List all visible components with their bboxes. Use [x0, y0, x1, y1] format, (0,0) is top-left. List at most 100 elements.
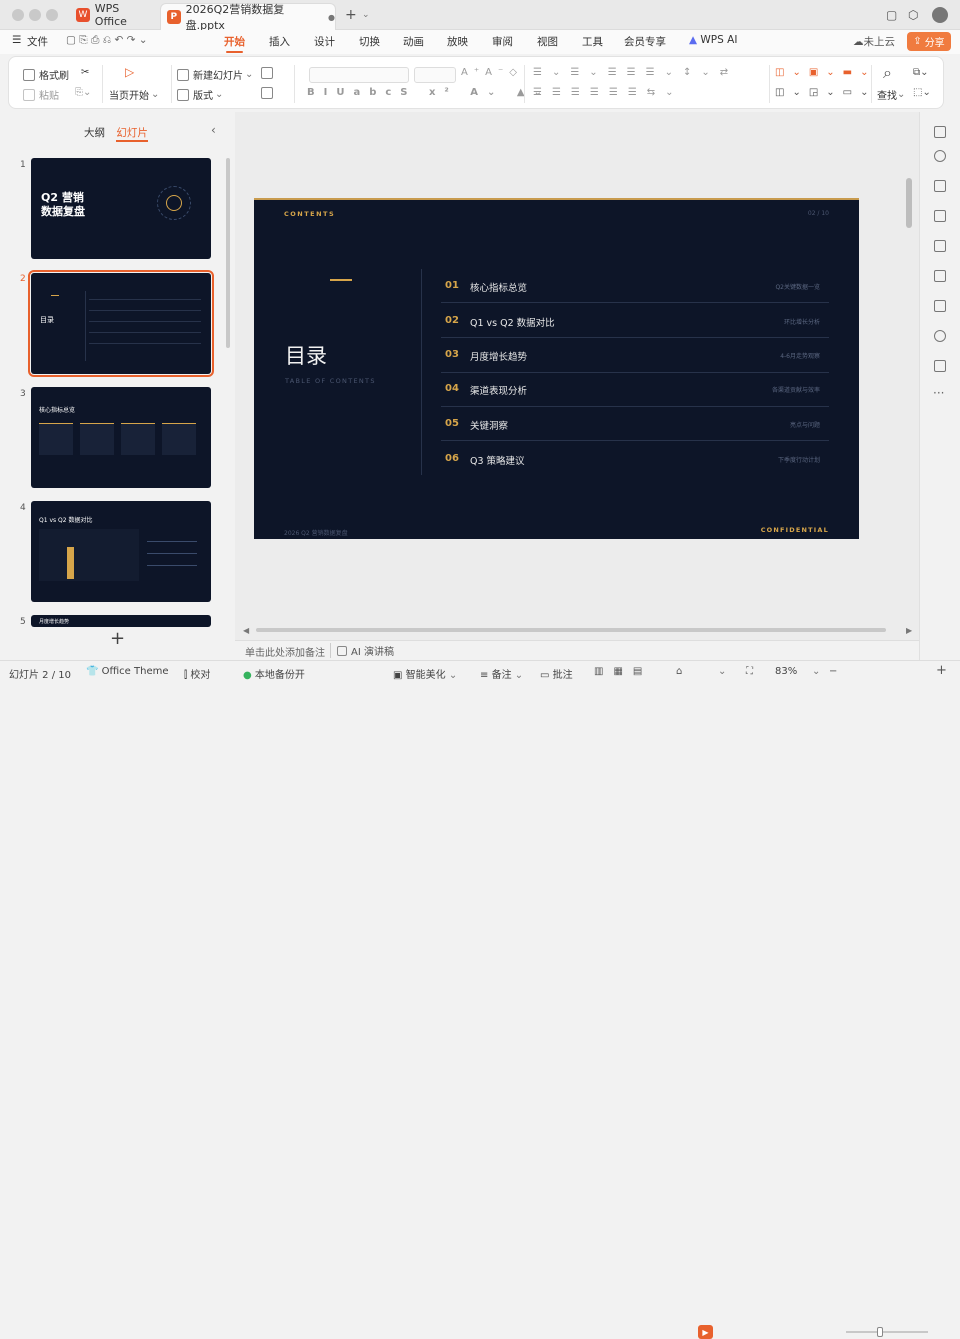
copy-icon[interactable]: ⎘⌄	[75, 87, 91, 98]
minimize-window-button[interactable]	[29, 9, 41, 21]
comments-button[interactable]: ▭ 批注	[540, 666, 573, 681]
proofread-button[interactable]: ⫿ 校对	[184, 666, 210, 681]
menu-tools[interactable]: 工具	[582, 34, 603, 49]
animation-icon[interactable]	[934, 270, 946, 282]
section-icon[interactable]	[261, 67, 277, 79]
theme-button[interactable]: 👕 Office Theme	[86, 666, 169, 677]
ai-script-button[interactable]: AI 演讲稿	[330, 643, 394, 658]
reading-view-icon[interactable]: ⌂	[676, 666, 682, 677]
menu-view[interactable]: 视图	[537, 34, 558, 49]
start-from-current-button[interactable]: 当页开始 ⌄	[109, 87, 159, 102]
font-size-select[interactable]	[414, 67, 456, 83]
slide-thumbnail-3[interactable]: 核心指标总览	[31, 387, 211, 488]
zoom-in-icon[interactable]: +	[936, 663, 947, 678]
slide-thumbnail-4[interactable]: Q1 vs Q2 数据对比	[31, 501, 211, 602]
slideshow-play-button[interactable]: ▶	[698, 1325, 713, 1339]
view-mode-icons[interactable]: ▥▦▤	[594, 666, 652, 677]
slide-canvas[interactable]: CONTENTS 02 / 10 目录 TABLE OF CONTENTS 20…	[254, 198, 859, 539]
cube-icon[interactable]: ⬡	[908, 3, 918, 27]
replace-icon[interactable]: ⧉⌄	[913, 67, 929, 78]
fit-window-icon[interactable]: ⛶	[746, 666, 753, 677]
select-icon[interactable]: ⬚⌄	[913, 87, 931, 98]
zoom-slider-thumb[interactable]	[877, 1327, 883, 1337]
unsaved-dot-icon[interactable]: ●	[328, 13, 335, 22]
share-button[interactable]: ⇪ 分享	[907, 32, 951, 51]
font-grow-shrink-icons[interactable]: A⁺A⁻◇	[461, 67, 523, 78]
menu-wps-ai[interactable]: ▲ WPS AI	[689, 34, 737, 46]
tab-document[interactable]: P 2026Q2营销数据复盘.pptx ●	[160, 3, 336, 32]
menu-icon[interactable]: ☰	[12, 34, 21, 46]
avatar[interactable]	[932, 7, 948, 23]
slide-thumbnail-5[interactable]: 月度增长趋势	[31, 615, 211, 627]
tab-slides[interactable]: 幻灯片	[116, 127, 148, 142]
panel-toggle-icon[interactable]	[934, 126, 946, 138]
menu-slideshow[interactable]: 放映	[447, 34, 468, 49]
menu-home[interactable]: 开始	[224, 34, 245, 53]
design-icon[interactable]	[934, 300, 946, 312]
zoom-slider-track[interactable]	[846, 1331, 928, 1333]
select-icon[interactable]	[934, 240, 946, 252]
arrange-icons[interactable]: ◫⌄◲⌄▭⌄	[775, 87, 876, 98]
menu-review[interactable]: 审阅	[492, 34, 513, 49]
play-slide-icon[interactable]: ▷	[125, 65, 134, 79]
close-window-button[interactable]	[12, 9, 24, 21]
star-icon[interactable]	[934, 180, 946, 192]
menu-insert[interactable]: 插入	[269, 34, 290, 49]
chevron-down-icon[interactable]: ⌄	[718, 666, 726, 677]
menu-animations[interactable]: 动画	[403, 34, 424, 49]
menu-file[interactable]: 文件	[27, 34, 48, 49]
thumb-line	[147, 565, 197, 566]
menu-transitions[interactable]: 切换	[359, 34, 380, 49]
new-slide-button[interactable]: 新建幻灯片 ⌄	[177, 67, 253, 82]
tab-wps-office[interactable]: W WPS Office	[70, 2, 154, 28]
reset-icon[interactable]	[261, 87, 277, 99]
scroll-right-icon[interactable]: ▶	[906, 626, 912, 635]
item-subtitle: 4-6月走势观察	[780, 353, 820, 360]
thumbnails-scrollbar[interactable]	[226, 158, 230, 348]
chevron-down-icon[interactable]: ⌄	[812, 666, 820, 677]
notes-toggle-button[interactable]: ≡ 备注 ⌄	[480, 666, 523, 681]
menu-design[interactable]: 设计	[314, 34, 335, 49]
align-format-icons[interactable]: ☰☰☰☰☰☰⇆⌄	[533, 87, 684, 98]
cut-icon[interactable]: ✂	[81, 67, 89, 78]
layout-button[interactable]: 版式 ⌄	[177, 87, 223, 102]
cloud-status[interactable]: ☁未上云	[853, 34, 895, 49]
scroll-left-icon[interactable]: ◀	[243, 626, 249, 635]
beautify-icon: ▣	[393, 670, 403, 681]
item-number: 03	[445, 349, 459, 360]
more-icon[interactable]: ···	[933, 386, 944, 400]
paste-button[interactable]: 粘贴	[23, 87, 59, 102]
smart-beautify-button[interactable]: ▣ 智能美化 ⌄	[393, 666, 457, 681]
plus-icon[interactable]: +	[345, 3, 357, 27]
section-box-icon	[261, 67, 273, 79]
item-subtitle: 环比增长分析	[783, 319, 820, 326]
zoom-out-icon[interactable]: −	[829, 666, 837, 677]
editor-horizontal-scrollbar[interactable]	[256, 628, 886, 632]
zoom-window-button[interactable]	[46, 9, 58, 21]
find-button[interactable]: 查找 ⌄	[877, 87, 905, 102]
comment-icon[interactable]	[934, 360, 946, 372]
backup-button[interactable]: ● 本地备份开	[243, 666, 305, 681]
adjust-icon[interactable]	[934, 150, 946, 162]
item-title: 核心指标总览	[470, 283, 528, 294]
tab-outline[interactable]: 大纲	[84, 127, 105, 139]
window-restore-icon[interactable]: ▢	[886, 3, 897, 27]
toolbar-quick-icons[interactable]: ▢ ⎘ ⎙ ⎌ ↶ ↷ ⌄	[66, 34, 148, 47]
menu-member[interactable]: 会员专享	[624, 34, 666, 49]
shape-format-icons[interactable]: ◫⌄▣⌄▬⌄	[775, 67, 876, 78]
notes-placeholder[interactable]: 单击此处添加备注	[245, 644, 325, 659]
editor-vertical-scrollbar[interactable]	[906, 178, 912, 228]
collapse-panel-icon[interactable]: ‹	[211, 123, 216, 137]
zoom-level[interactable]: 83%	[775, 666, 797, 677]
slide-thumbnail-1[interactable]: Q2 营销 数据复盘	[31, 158, 211, 259]
font-family-select[interactable]	[309, 67, 409, 83]
chevron-down-icon[interactable]: ⌄	[362, 3, 370, 27]
document-icon[interactable]	[934, 210, 946, 222]
text-format-icons[interactable]: BIUabcS x² A⌄ ▲⌄	[307, 87, 551, 98]
slide-thumbnail-2[interactable]: 目录	[28, 270, 214, 377]
history-icon[interactable]	[934, 330, 946, 342]
format-painter-button[interactable]: 格式刷	[23, 67, 69, 82]
search-icon[interactable]: ⌕	[883, 63, 892, 83]
add-slide-icon[interactable]: +	[110, 628, 125, 649]
list-format-icons[interactable]: ☰⌄☰⌄☰☰☰⌄↕⌄⇄	[533, 67, 738, 78]
